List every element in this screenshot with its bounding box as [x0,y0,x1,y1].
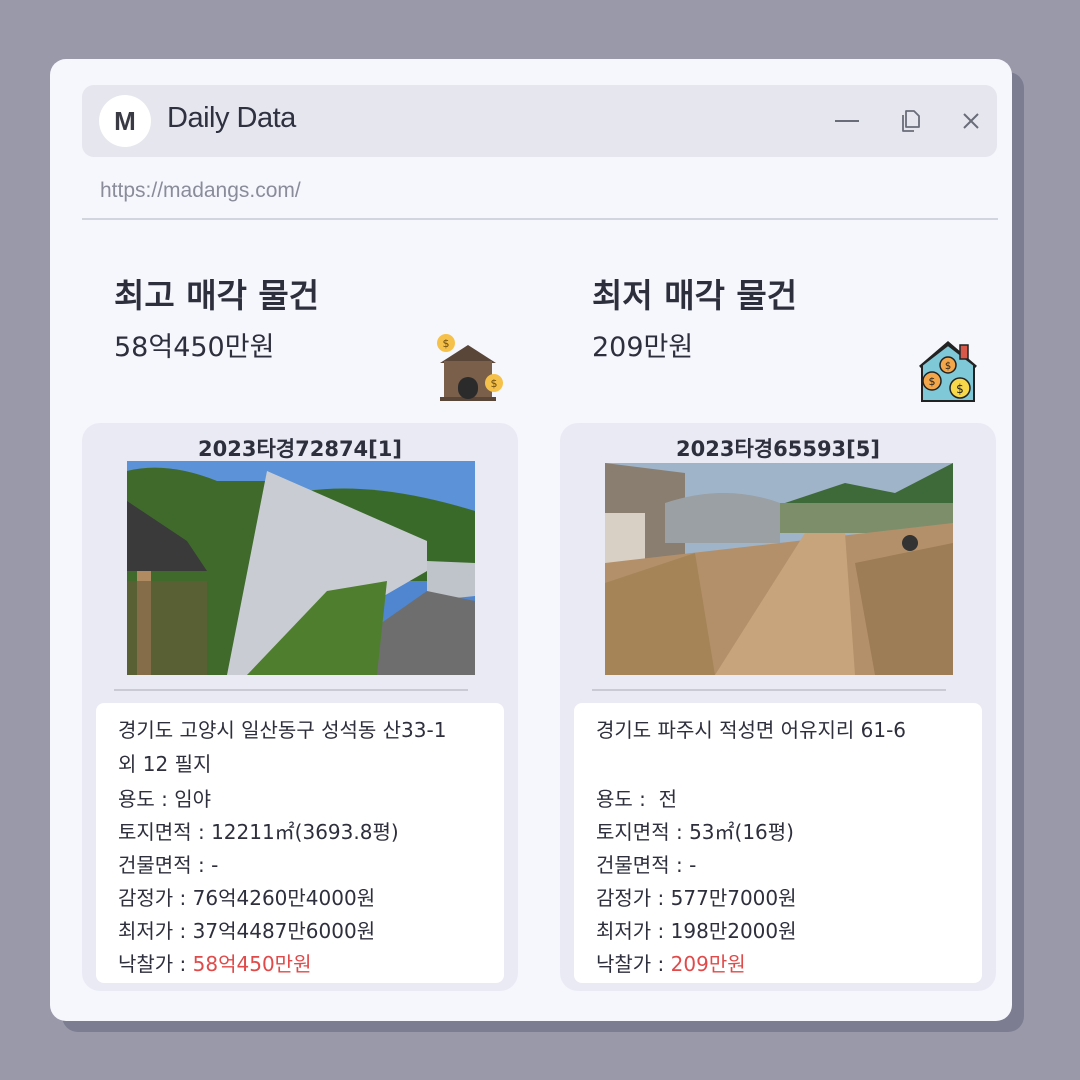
minimum-price-label: 최저가 : [118,919,193,943]
usage-value: 전 [652,787,678,811]
appraisal-label: 감정가 : [118,886,193,910]
minimum-price-row: 최저가 : 198만2000원 [596,915,797,944]
building-area-label: 건물면적 : [118,853,212,877]
title-bar: M Daily Data [82,85,997,157]
minimize-icon[interactable] [833,107,861,135]
url-text[interactable]: https://madangs.com/ [100,179,301,203]
avatar: M [99,95,151,147]
usage-row: 용도 : 전 [596,783,677,812]
land-area-row: 토지면적 : 12211㎡(3693.8평) [118,816,399,845]
card-divider [592,689,946,691]
house-money-icon: $ $ [432,333,504,409]
svg-text:$: $ [956,382,964,396]
winning-bid-label: 낙찰가 : [596,952,671,976]
svg-text:$: $ [929,375,936,388]
land-area-label: 토지면적 : [118,820,212,844]
land-area-value: 12211㎡(3693.8평) [211,820,399,844]
property-card-highest[interactable]: 2023타경72874[1] 경기도 고양시 일산동구 성석동 산33-1 외 … [82,423,518,991]
property-card-lowest[interactable]: 2023타경65593[5] 경기도 파주시 적성면 어유지리 61-6 용도 … [560,423,996,991]
minimum-price-value: 37억4487만6000원 [192,919,376,943]
building-area-value: - [689,853,697,877]
minimum-price-label: 최저가 : [596,919,671,943]
minimum-price-value: 198만2000원 [670,919,797,943]
usage-row: 용도 : 임야 [118,783,211,812]
section-price-highest: 58억450만원 [114,332,275,363]
winning-bid-row: 낙찰가 : 58억450만원 [118,948,311,977]
land-area-value: 53㎡(16평) [689,820,794,844]
property-info: 경기도 고양시 일산동구 성석동 산33-1 외 12 필지 용도 : 임야 토… [96,703,504,983]
address-line: 경기도 고양시 일산동구 성석동 산33-1 [118,718,447,742]
section-title-lowest: 최저 매각 물건 [592,276,798,315]
house-coins-icon: $ $ $ [916,337,980,407]
building-area-label: 건물면적 : [596,853,690,877]
building-area-row: 건물면적 : - [118,849,218,878]
copy-icon[interactable] [897,107,925,135]
address-line: 경기도 파주시 적성면 어유지리 61-6 [596,718,907,742]
appraisal-row: 감정가 : 76억4260만4000원 [118,882,375,911]
winning-bid-label: 낙찰가 : [118,952,193,976]
address: 경기도 고양시 일산동구 성석동 산33-1 외 12 필지 [118,713,488,781]
appraisal-label: 감정가 : [596,886,671,910]
address-line: 외 12 필지 [118,752,212,776]
building-area-value: - [211,853,219,877]
winning-bid-row: 낙찰가 : 209만원 [596,948,746,977]
app-title: Daily Data [167,102,296,134]
building-area-row: 건물면적 : - [596,849,696,878]
land-area-row: 토지면적 : 53㎡(16평) [596,816,794,845]
svg-text:$: $ [443,337,450,350]
appraisal-row: 감정가 : 577만7000원 [596,882,797,911]
divider [82,218,998,220]
property-photo [605,463,953,677]
address: 경기도 파주시 적성면 어유지리 61-6 [596,713,966,747]
appraisal-value: 577만7000원 [670,886,797,910]
close-icon[interactable] [957,107,985,135]
appraisal-value: 76억4260만4000원 [192,886,376,910]
property-info: 경기도 파주시 적성면 어유지리 61-6 용도 : 전 토지면적 : 53㎡(… [574,703,982,983]
usage-value: 임야 [174,787,212,811]
section-price-lowest: 209만원 [592,332,694,363]
usage-label: 용도 : [596,787,653,811]
section-title-highest: 최고 매각 물건 [114,276,320,315]
land-area-label: 토지면적 : [596,820,690,844]
svg-text:$: $ [945,361,951,372]
property-photo [127,461,475,675]
case-number: 2023타경65593[5] [676,437,880,461]
winning-bid-value: 58억450만원 [192,952,312,976]
winning-bid-value: 209만원 [670,952,746,976]
case-number: 2023타경72874[1] [198,437,402,461]
minimum-price-row: 최저가 : 37억4487만6000원 [118,915,375,944]
svg-text:$: $ [491,377,498,390]
app-window: M Daily Data https://madangs.com/ 최고 매각 … [50,59,1012,1021]
card-divider [114,689,468,691]
usage-label: 용도 : [118,787,175,811]
